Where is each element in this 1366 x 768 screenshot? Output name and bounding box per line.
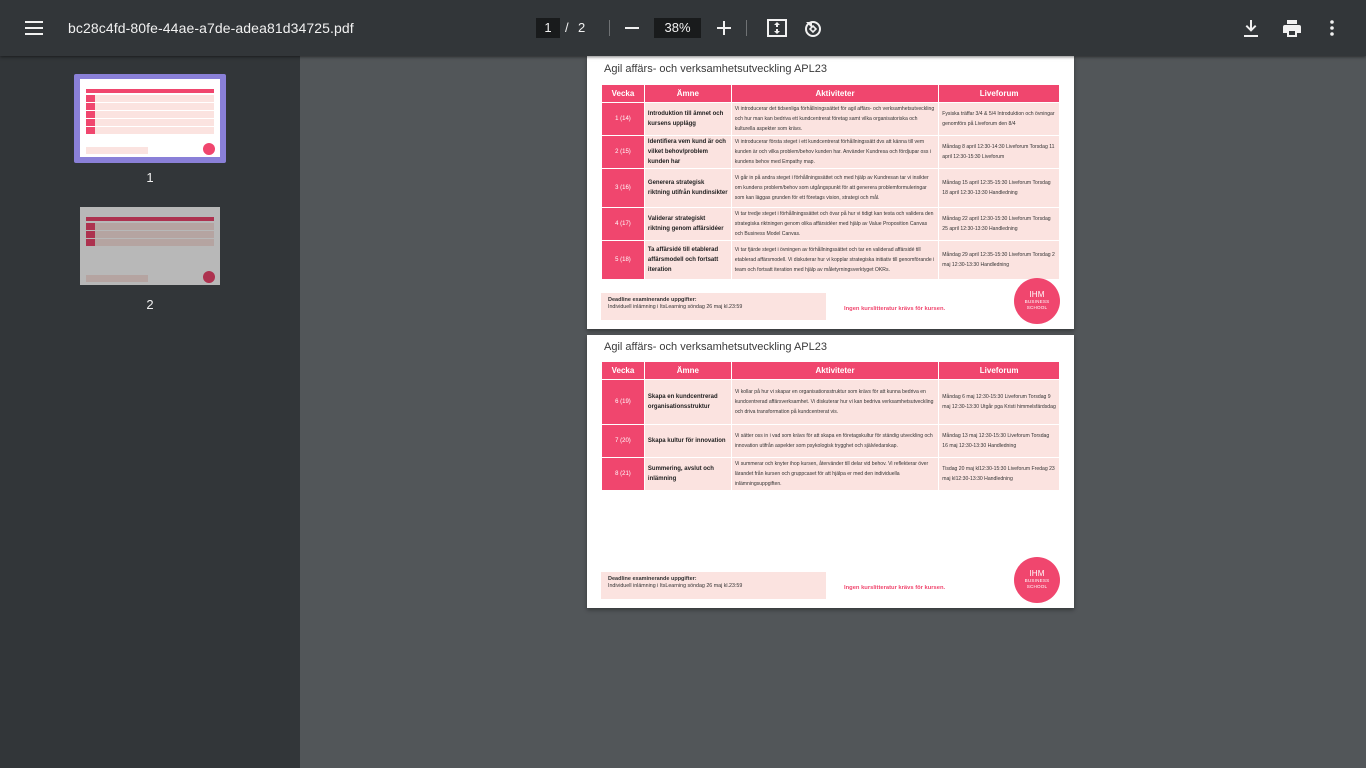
pdf-viewer[interactable]: Agil affärs- och verksamhetsutveckling A… xyxy=(300,56,1366,768)
activities-cell: Vi introducerar det tidsenliga förhållni… xyxy=(731,103,939,135)
toolbar-divider xyxy=(609,20,610,36)
activities-cell: Vi kollar på hur vi skapar en organisati… xyxy=(731,380,939,424)
live-cell: Måndag 6 maj 12:30-15:30 Liveforum Torsd… xyxy=(939,380,1059,424)
table-row: 8 (21) Summering, avslut och inlämning V… xyxy=(602,458,1059,490)
no-literature-note: Ingen kurslitteratur krävs för kursen. xyxy=(844,306,946,312)
total-pages: 2 xyxy=(578,20,586,35)
table-row: 7 (20) Skapa kultur för innovation Vi sä… xyxy=(602,425,1059,457)
download-icon[interactable] xyxy=(1235,12,1267,44)
ihm-logo: IHM BUSINESS SCHOOL xyxy=(1014,557,1060,603)
header-activities: Aktiviteter xyxy=(731,85,939,102)
week-cell: 4 (17) xyxy=(602,208,644,240)
activities-cell: Vi sätter oss in i vad som krävs för att… xyxy=(731,425,939,457)
activities-cell: Vi summerar och knyter ihop kursen, åter… xyxy=(731,458,939,490)
header-live: Liveforum xyxy=(939,362,1059,379)
week-cell: 6 (19) xyxy=(602,380,644,424)
deadline-text: Individuell inlämning i ItsLearning sönd… xyxy=(608,304,743,310)
table-row: 4 (17) Validerar strategiskt riktning ge… xyxy=(602,208,1059,240)
zoom-level-input[interactable]: 38% xyxy=(654,18,701,38)
thumbnail-sidebar: 1 2 xyxy=(0,56,300,768)
topic-cell: Ta affärsidé till etablerad affärsmodell… xyxy=(644,241,731,279)
deadline-title: Deadline examinerande uppgifter: xyxy=(608,576,697,582)
pdf-page-1: Agil affärs- och verksamhetsutveckling A… xyxy=(587,56,1074,329)
zoom-out-icon[interactable] xyxy=(616,12,648,44)
header-topic: Ämne xyxy=(644,362,731,379)
header-week: Vecka xyxy=(602,85,644,102)
live-cell: Måndag 8 april 12:30-14:30 Liveforum Tor… xyxy=(939,136,1059,168)
course-title: Agil affärs- och verksamhetsutveckling A… xyxy=(604,341,827,353)
topic-cell: Identifiera vem kund är och vilket behov… xyxy=(644,136,731,168)
table-row: 5 (18) Ta affärsidé till etablerad affär… xyxy=(602,241,1059,279)
thumbnail-label-2: 2 xyxy=(146,297,154,312)
live-cell: Måndag 13 maj 12:30-15:30 Liveforum Tors… xyxy=(939,425,1059,457)
week-cell: 8 (21) xyxy=(602,458,644,490)
current-page-input[interactable]: 1 xyxy=(536,18,560,38)
deadline-box: Deadline examinerande uppgifter: Individ… xyxy=(601,572,826,599)
rotate-icon[interactable] xyxy=(797,12,829,44)
page-thumbnail-1[interactable] xyxy=(80,79,220,157)
table-row: 3 (16) Generera strategisk riktning utif… xyxy=(602,169,1059,207)
no-literature-note: Ingen kurslitteratur krävs för kursen. xyxy=(844,585,946,591)
week-cell: 2 (15) xyxy=(602,136,644,168)
week-cell: 7 (20) xyxy=(602,425,644,457)
pdf-page-2: Agil affärs- och verksamhetsutveckling A… xyxy=(587,335,1074,608)
deadline-text: Individuell inlämning i ItsLearning sönd… xyxy=(608,583,743,589)
topic-cell: Skapa kultur för innovation xyxy=(644,425,731,457)
schedule-table: Vecka Ämne Aktiviteter Liveforum 6 (19) … xyxy=(601,361,1060,491)
topic-cell: Generera strategisk riktning utifrån kun… xyxy=(644,169,731,207)
schedule-table: Vecka Ämne Aktiviteter Liveforum 1 (14) … xyxy=(601,84,1060,280)
week-cell: 3 (16) xyxy=(602,169,644,207)
print-icon[interactable] xyxy=(1276,12,1308,44)
page-separator: / xyxy=(565,20,569,35)
week-cell: 5 (18) xyxy=(602,241,644,279)
header-activities: Aktiviteter xyxy=(731,362,939,379)
fit-page-icon[interactable] xyxy=(761,12,793,44)
menu-icon[interactable] xyxy=(18,12,50,44)
page-thumbnail-2[interactable] xyxy=(80,207,220,285)
pdf-toolbar: bc28c4fd-80fe-44ae-a7de-adea81d34725.pdf… xyxy=(0,0,1366,56)
week-cell: 1 (14) xyxy=(602,103,644,135)
live-cell: Måndag 15 april 12:35-15:30 Liveforum To… xyxy=(939,169,1059,207)
topic-cell: Summering, avslut och inlämning xyxy=(644,458,731,490)
thumbnail-label-1: 1 xyxy=(146,170,154,185)
table-row: 2 (15) Identifiera vem kund är och vilke… xyxy=(602,136,1059,168)
live-cell: Måndag 22 april 12:30-15:30 Liveforum To… xyxy=(939,208,1059,240)
header-topic: Ämne xyxy=(644,85,731,102)
course-title: Agil affärs- och verksamhetsutveckling A… xyxy=(604,63,827,75)
activities-cell: Vi introducerar första steget i ett kund… xyxy=(731,136,939,168)
deadline-box: Deadline examinerande uppgifter: Individ… xyxy=(601,293,826,320)
zoom-in-icon[interactable] xyxy=(708,12,740,44)
live-cell: Fysiska träffar 3/4 & 5/4 Introduktion o… xyxy=(939,103,1059,135)
table-row: 6 (19) Skapa en kundcentrerad organisati… xyxy=(602,380,1059,424)
activities-cell: Vi går in på andra steget i förhållnings… xyxy=(731,169,939,207)
header-live: Liveforum xyxy=(939,85,1059,102)
activities-cell: Vi tar fjärde steget i övningen av förhå… xyxy=(731,241,939,279)
live-cell: Måndag 29 april 12:35-15:30 Liveforum To… xyxy=(939,241,1059,279)
toolbar-divider xyxy=(746,20,747,36)
header-week: Vecka xyxy=(602,362,644,379)
topic-cell: Introduktion till ämnet och kursens uppl… xyxy=(644,103,731,135)
more-vert-icon[interactable] xyxy=(1316,12,1348,44)
topic-cell: Validerar strategiskt riktning genom aff… xyxy=(644,208,731,240)
document-filename: bc28c4fd-80fe-44ae-a7de-adea81d34725.pdf xyxy=(68,20,354,36)
topic-cell: Skapa en kundcentrerad organisationsstru… xyxy=(644,380,731,424)
ihm-logo: IHM BUSINESS SCHOOL xyxy=(1014,278,1060,324)
activities-cell: Vi tar tredje steget i förhållningssätte… xyxy=(731,208,939,240)
live-cell: Tisdag 20 maj kl12:30-15:30 Liveforum Fr… xyxy=(939,458,1059,490)
deadline-title: Deadline examinerande uppgifter: xyxy=(608,297,697,303)
table-row: 1 (14) Introduktion till ämnet och kurse… xyxy=(602,103,1059,135)
